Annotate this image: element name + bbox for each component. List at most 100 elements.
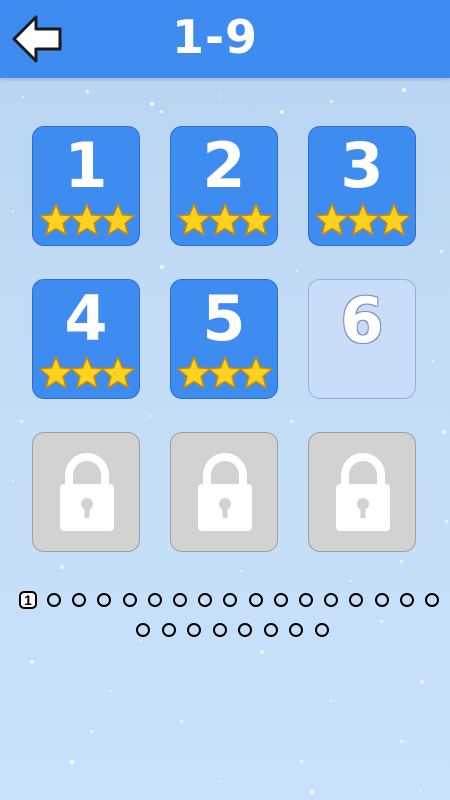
- snowflake: [30, 660, 34, 664]
- page-dot[interactable]: [238, 623, 252, 637]
- page-dot-current[interactable]: 1: [19, 591, 37, 609]
- star-icon: [70, 203, 104, 236]
- snowflake: [445, 520, 448, 523]
- snowflake: [330, 100, 333, 103]
- star-icon: [346, 203, 380, 236]
- snowflake: [420, 790, 422, 792]
- lock-icon: [198, 453, 252, 531]
- page-dot[interactable]: [263, 623, 278, 637]
- page-dot[interactable]: [173, 593, 187, 607]
- star-rating: [39, 203, 135, 236]
- page-dot[interactable]: [47, 593, 61, 607]
- star-icon: [177, 356, 211, 389]
- star-icon: [39, 356, 73, 389]
- page-dot[interactable]: [136, 623, 150, 637]
- snowflake: [400, 560, 403, 563]
- snowflake: [240, 570, 242, 572]
- level-tile-locked[interactable]: [308, 432, 416, 552]
- star-icon: [101, 356, 135, 389]
- snowflake: [280, 110, 284, 114]
- page-dot[interactable]: [161, 623, 176, 637]
- snowflake: [20, 420, 23, 423]
- level-tile-1[interactable]: 1: [32, 126, 140, 246]
- header-bar: 1-9: [0, 0, 450, 78]
- level-tile-6[interactable]: 6: [308, 279, 416, 399]
- page-dot[interactable]: [97, 593, 112, 607]
- star-icon: [70, 356, 104, 389]
- snowflake: [150, 102, 154, 106]
- page-dot[interactable]: [374, 593, 389, 607]
- level-tile-3[interactable]: 3: [308, 126, 416, 246]
- snowflake: [440, 250, 443, 253]
- page-dot[interactable]: [198, 593, 213, 607]
- snowflake: [432, 360, 434, 362]
- snowflake: [296, 270, 298, 272]
- page-dot[interactable]: [187, 623, 201, 637]
- page-dot[interactable]: [147, 593, 162, 607]
- snowflake: [110, 690, 112, 692]
- snowflake: [60, 565, 64, 569]
- page-dot[interactable]: [248, 593, 263, 607]
- level-tile-locked[interactable]: [170, 432, 278, 552]
- snowflake: [220, 780, 222, 782]
- star-icon: [208, 356, 242, 389]
- page-dot[interactable]: [223, 593, 238, 607]
- page-dot[interactable]: [349, 593, 364, 607]
- snowflake: [180, 720, 183, 723]
- snowflake: [400, 740, 403, 743]
- page-dot[interactable]: [299, 593, 313, 607]
- snowflake: [22, 96, 24, 98]
- snowflake: [150, 415, 152, 417]
- star-rating: [177, 356, 273, 389]
- snowflake: [160, 110, 163, 113]
- snowflake: [310, 790, 314, 794]
- star-icon: [315, 203, 349, 236]
- snowflake: [86, 90, 89, 93]
- level-tile-2[interactable]: 2: [170, 126, 278, 246]
- level-number: 5: [202, 282, 246, 355]
- page-dot[interactable]: [399, 593, 414, 607]
- page-dot[interactable]: [425, 593, 439, 607]
- level-number: 4: [64, 282, 108, 355]
- level-number: 1: [64, 129, 108, 202]
- star-icon: [177, 203, 211, 236]
- level-tile-locked[interactable]: [32, 432, 140, 552]
- snowflake: [160, 265, 164, 269]
- star-icon: [101, 203, 135, 236]
- snowflake: [402, 88, 406, 92]
- page-dot[interactable]: [72, 593, 87, 607]
- snowflake: [350, 580, 352, 582]
- page-dot[interactable]: [324, 593, 339, 607]
- star-icon: [239, 203, 273, 236]
- snowflake: [12, 210, 14, 212]
- lock-icon: [60, 453, 114, 531]
- snowflake: [442, 430, 446, 434]
- page-dot[interactable]: [273, 593, 288, 607]
- level-number: 6: [340, 284, 384, 357]
- star-rating: [315, 203, 411, 236]
- page-dot[interactable]: [314, 623, 329, 637]
- star-icon: [39, 203, 73, 236]
- level-tile-5[interactable]: 5: [170, 279, 278, 399]
- star-rating: [177, 203, 273, 236]
- snowflake: [12, 480, 14, 482]
- snowflake: [290, 420, 293, 423]
- star-icon: [377, 203, 411, 236]
- snowflake: [260, 650, 264, 654]
- snowflake: [380, 620, 383, 623]
- level-number: 3: [340, 129, 384, 202]
- level-tile-4[interactable]: 4: [32, 279, 140, 399]
- page-dot[interactable]: [212, 623, 227, 637]
- page-dot[interactable]: [122, 593, 137, 607]
- page-dot[interactable]: [289, 623, 303, 637]
- snowflake: [330, 700, 332, 702]
- lock-icon: [336, 453, 390, 531]
- level-number: 2: [202, 129, 246, 202]
- snowflake: [300, 760, 303, 763]
- snowflake: [140, 640, 142, 642]
- star-icon: [239, 356, 273, 389]
- snowflake: [420, 680, 424, 684]
- snowflake: [220, 95, 222, 97]
- snowflake: [90, 730, 93, 733]
- star-icon: [208, 203, 242, 236]
